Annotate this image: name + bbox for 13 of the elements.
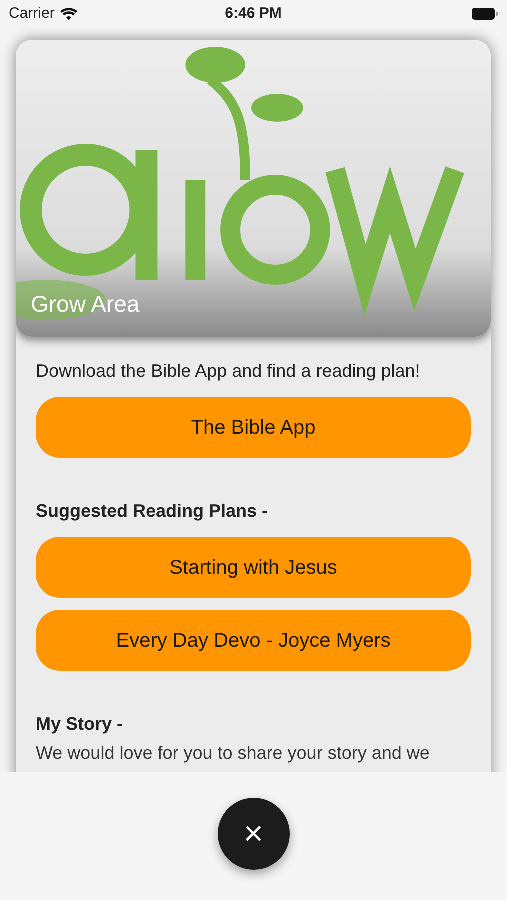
- hero-title: Grow Area: [31, 290, 140, 318]
- wifi-icon: [60, 8, 78, 20]
- carrier-label: Carrier: [9, 4, 55, 24]
- section-heading: My Story -: [36, 713, 124, 736]
- clock-label: 6:46 PM: [225, 4, 282, 24]
- link-button[interactable]: Every Day Devo - Joyce Myers: [36, 610, 471, 671]
- section-heading: Suggested Reading Plans -: [36, 500, 270, 523]
- battery-icon: [472, 8, 498, 20]
- link-button[interactable]: Starting with Jesus: [36, 537, 471, 598]
- close-button[interactable]: ×: [218, 798, 290, 870]
- story-text: We would love for you to share your story and we: [36, 742, 431, 765]
- intro-text: Download the Bible App and find a reading plan!: [36, 360, 422, 383]
- link-button[interactable]: The Bible App: [36, 397, 471, 458]
